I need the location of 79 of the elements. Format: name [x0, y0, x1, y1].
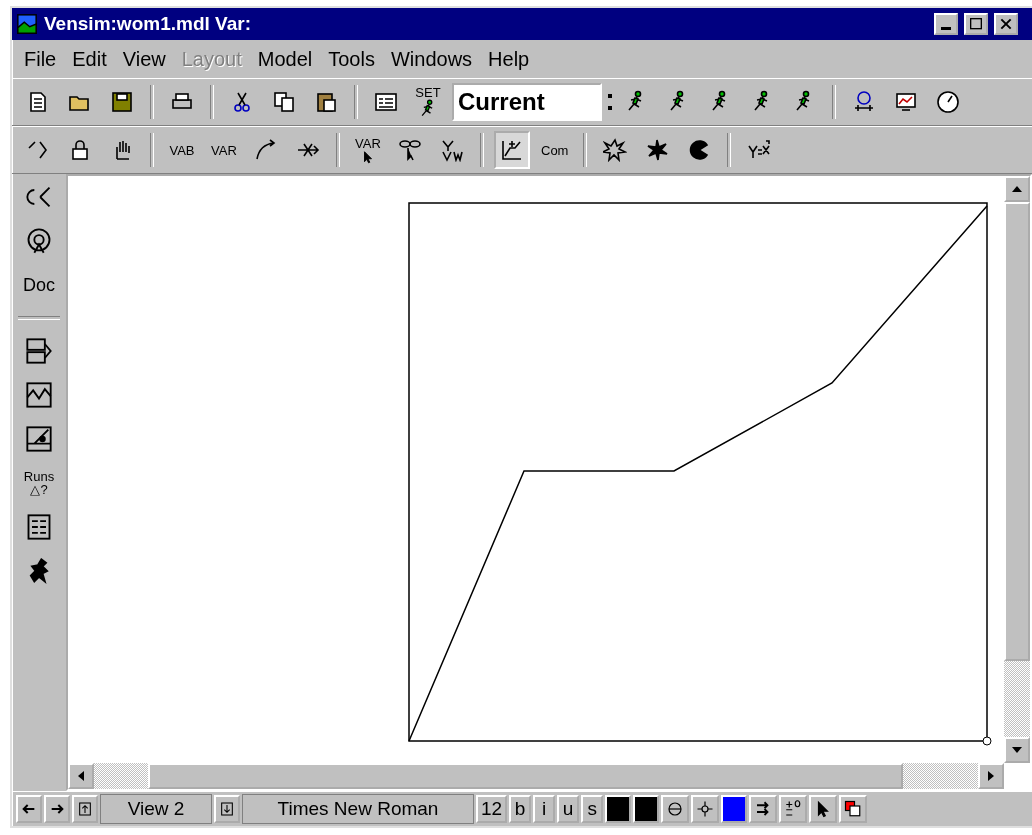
shape-button[interactable]: [661, 795, 690, 823]
next-view-button[interactable]: [44, 795, 70, 823]
left-arrow-icon: [78, 771, 84, 781]
scroll-left-button[interactable]: [68, 763, 94, 789]
resize-handle[interactable]: [982, 736, 992, 746]
view-down-button[interactable]: [214, 795, 240, 823]
menu-item[interactable]: Tools: [322, 47, 381, 71]
font-size-button[interactable]: 12: [476, 795, 508, 823]
menu-item[interactable]: Help: [482, 47, 536, 71]
xyw-icon: [440, 138, 464, 162]
tool-button[interactable]: VAR: [206, 131, 242, 169]
close-button[interactable]: [994, 13, 1018, 35]
font-style-button[interactable]: s: [581, 795, 604, 823]
scroll-down-button[interactable]: [1004, 737, 1030, 763]
previous-view-button[interactable]: [16, 795, 42, 823]
view-name[interactable]: View 2: [100, 794, 212, 824]
menu-item[interactable]: Windows: [384, 47, 479, 71]
menu-item[interactable]: Edit: [66, 47, 113, 71]
radar-icon: [25, 227, 53, 255]
font-style-button[interactable]: i: [533, 795, 556, 823]
minimize-icon: [941, 27, 951, 30]
variable-button[interactable]: [809, 795, 838, 823]
menu-item[interactable]: View: [116, 47, 172, 71]
graph-stack-icon: [25, 337, 53, 365]
graph-tool-icon: [500, 138, 524, 162]
set-button[interactable]: SET: [410, 83, 446, 121]
menu-item[interactable]: Model: [251, 47, 319, 71]
horizontal-scrollbar[interactable]: [68, 763, 1004, 789]
clipboard-icon: [314, 90, 338, 114]
font-name[interactable]: Times New Roman: [242, 794, 474, 824]
menu-item[interactable]: File: [18, 47, 63, 71]
starburst-icon: [645, 138, 670, 162]
window-title: Vensim:wom1.mdl Var:: [44, 13, 252, 35]
font-style-button[interactable]: b: [509, 795, 532, 823]
color-swatch[interactable]: [605, 795, 632, 823]
dots-icon: [608, 94, 612, 110]
up-arrow-icon: [1012, 186, 1022, 192]
cursor-ovals-icon: [398, 138, 422, 162]
cursor-icon: [361, 149, 375, 164]
down-arrow-icon: [1012, 747, 1022, 753]
scroll-up-button[interactable]: [1004, 176, 1030, 202]
font-style-button[interactable]: u: [557, 795, 580, 823]
explosion-icon: [603, 138, 628, 162]
list-icon: [374, 90, 398, 114]
maximize-button[interactable]: [964, 13, 988, 35]
vertical-scrollbar[interactable]: [1004, 176, 1030, 763]
app-icon: [16, 13, 38, 35]
table-icon: [25, 513, 53, 541]
scatter-graph-icon: [25, 425, 53, 453]
scroll-thumb[interactable]: [147, 763, 903, 789]
close-icon: [998, 16, 1014, 32]
minimize-button[interactable]: [934, 13, 958, 35]
windows-button[interactable]: [839, 795, 868, 823]
run-name-field[interactable]: Current: [452, 83, 602, 121]
target-icon: [696, 800, 715, 818]
scroll-right-button[interactable]: [978, 763, 1004, 789]
line-graph-icon: [25, 381, 53, 409]
stacked-windows-icon: [844, 800, 863, 818]
tool-button[interactable]: Runs △?: [18, 464, 60, 502]
maximize-icon: [968, 16, 984, 32]
copy-icon: [272, 90, 296, 114]
plus-minus-button[interactable]: [779, 795, 808, 823]
tool-button[interactable]: VAB: [164, 131, 200, 169]
scroll-thumb[interactable]: [1004, 202, 1030, 662]
color-swatch[interactable]: [721, 795, 748, 823]
plus-minus-icon: [784, 800, 803, 818]
tool-button[interactable]: Doc: [18, 266, 60, 304]
tool-button[interactable]: Com: [536, 131, 574, 169]
line-chart-icon: [894, 90, 918, 114]
target-button[interactable]: [691, 795, 720, 823]
shape-icon: [666, 800, 685, 818]
graph-tool-button[interactable]: [494, 131, 530, 169]
view-up-button[interactable]: [72, 795, 98, 823]
gauge-icon: [936, 90, 960, 114]
arrows-button[interactable]: [749, 795, 778, 823]
tool-button[interactable]: VAR: [350, 131, 386, 169]
right-arrow-icon: [988, 771, 994, 781]
curved-arrow-icon: [254, 138, 278, 162]
color-swatch[interactable]: [633, 795, 660, 823]
